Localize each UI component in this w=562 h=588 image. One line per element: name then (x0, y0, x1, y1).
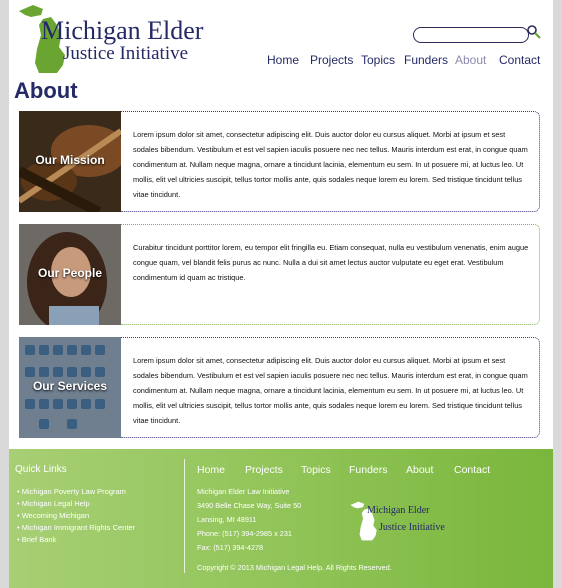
footer-org-name: Michigan Elder Law Initiative (197, 487, 290, 496)
footer-phone: Phone: (517) 394-2985 x 231 (197, 529, 292, 538)
quick-link-item[interactable]: Michigan Legal Help (17, 499, 90, 508)
footer-copyright: Copyright © 2013 Michigan Legal Help. Al… (197, 563, 392, 572)
footer-nav-home[interactable]: Home (197, 464, 225, 476)
quick-link-item[interactable]: Brief Bank (17, 535, 57, 544)
footer-logo[interactable]: Michigan Elder Justice Initiative (347, 495, 477, 547)
quick-link-item[interactable]: Michigan Poverty Law Program (17, 487, 126, 496)
footer-city: Lansing, MI 48911 (197, 515, 257, 524)
footer-nav-topics[interactable]: Topics (301, 464, 331, 476)
footer-nav-about[interactable]: About (406, 464, 433, 476)
card-our-people: Our People Curabitur tincidunt porttitor… (19, 224, 541, 325)
nav-funders[interactable]: Funders (404, 53, 448, 67)
card-our-mission: Our Mission Lorem ipsum dolor sit amet, … (19, 111, 541, 212)
people-image: Our People (19, 224, 121, 325)
footer-nav-contact[interactable]: Contact (454, 464, 490, 476)
nav-about[interactable]: About (455, 53, 486, 67)
footer-divider (184, 459, 185, 573)
nav-home[interactable]: Home (267, 53, 299, 67)
nav-topics[interactable]: Topics (361, 53, 395, 67)
search-icon[interactable] (526, 24, 542, 40)
footer-logo-line1: Michigan Elder (367, 505, 430, 516)
services-image: Our Services (19, 337, 121, 438)
logo-text-line1: Michigan Elder (41, 16, 204, 45)
card-body-text: Lorem ipsum dolor sit amet, consectetur … (133, 130, 528, 199)
michigan-map-icon (350, 501, 377, 541)
site-logo[interactable]: Michigan Elder Justice Initiative (13, 3, 203, 75)
quick-link-item[interactable]: Wecoming Michigan (17, 511, 89, 520)
page: Michigan Elder Justice Initiative Home P… (9, 0, 553, 588)
site-footer: Quick Links Michigan Poverty Law Program… (9, 449, 553, 588)
footer-logo-line2: Justice Initiative (379, 522, 445, 533)
nav-contact[interactable]: Contact (499, 53, 540, 67)
logo-text-line2: Justice Initiative (63, 43, 189, 64)
quick-link-item[interactable]: Michigan Immigrant Rights Center (17, 523, 135, 532)
card-body-text: Lorem ipsum dolor sit amet, consectetur … (133, 356, 528, 425)
footer-fax: Fax: (517) 394-4278 (197, 543, 264, 552)
page-title: About (14, 78, 78, 103)
footer-nav-funders[interactable]: Funders (349, 464, 388, 476)
quick-links-title: Quick Links (15, 464, 67, 475)
footer-nav-projects[interactable]: Projects (245, 464, 283, 476)
search-input[interactable] (413, 27, 529, 43)
card-our-services: Our Services Lorem ipsum dolor sit amet,… (19, 337, 541, 438)
nav-projects[interactable]: Projects (310, 53, 353, 67)
card-body-text: Curabitur tincidunt porttitor lorem, eu … (133, 243, 529, 282)
card-label[interactable]: Our People (19, 266, 121, 280)
footer-street: 3490 Belle Chase Way, Suite 50 (197, 501, 302, 510)
card-label[interactable]: Our Mission (19, 153, 121, 167)
mission-image: Our Mission (19, 111, 121, 212)
card-label[interactable]: Our Services (19, 379, 121, 393)
